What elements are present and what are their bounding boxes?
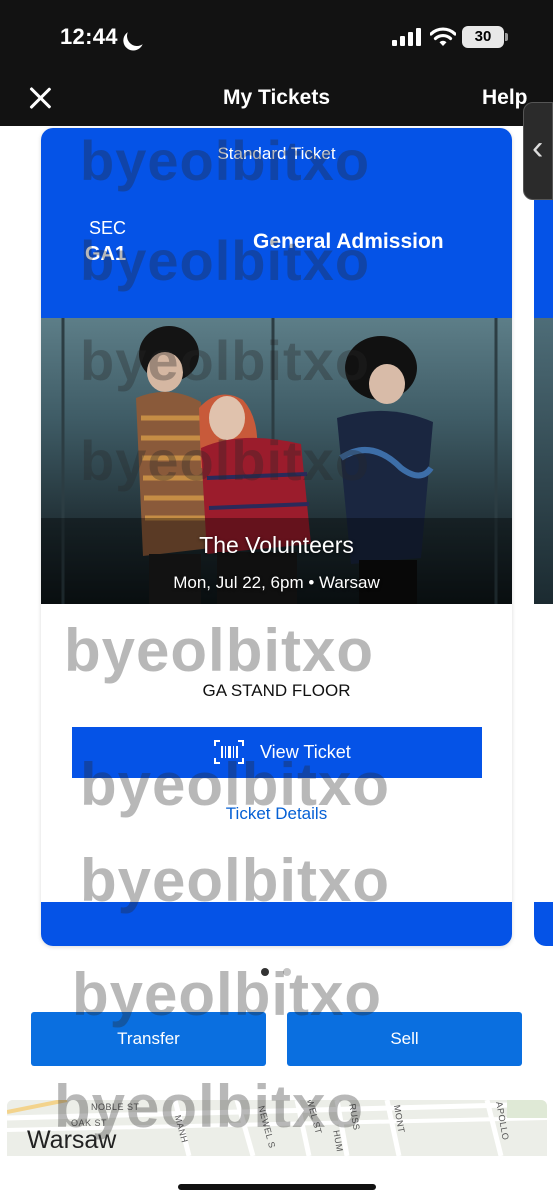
ticket-card: Standard Ticket SEC GA1 General Admissio… <box>41 128 512 946</box>
ticket-section-name: GA STAND FLOOR <box>202 681 351 700</box>
section-value: GA1 <box>85 243 127 265</box>
side-panel-handle[interactable]: ‹ <box>523 102 553 200</box>
sell-button[interactable]: Sell <box>287 1012 522 1066</box>
top-bar: 12:44 30 My Tickets Help <box>0 0 553 126</box>
admission-type: General Admission <box>253 230 444 253</box>
view-ticket-label: View Ticket <box>260 742 351 762</box>
page-indicator-dot-active[interactable] <box>261 968 269 976</box>
event-name: The Volunteers <box>199 532 354 558</box>
moon-icon <box>124 23 150 49</box>
barcode-icon <box>214 740 244 764</box>
chevron-left-icon: ‹ <box>532 129 544 167</box>
event-date-location: Mon, Jul 22, 6pm • Warsaw <box>173 573 380 592</box>
event-photo: The Volunteers Mon, Jul 22, 6pm • Warsaw <box>41 318 512 604</box>
home-indicator <box>178 1184 376 1190</box>
map-city-label: Warsaw <box>27 1126 117 1154</box>
status-time: 12:44 <box>60 24 118 49</box>
ticket-card-footer <box>41 902 512 946</box>
section-label: SEC <box>89 218 127 238</box>
ticket-card-header: Standard Ticket SEC GA1 General Admissio… <box>41 128 512 318</box>
page-title: My Tickets <box>223 86 330 109</box>
wifi-icon <box>430 27 456 46</box>
map-street-label: NOBLE ST <box>91 1102 140 1112</box>
transfer-button[interactable]: Transfer <box>31 1012 266 1066</box>
ticket-details-link[interactable]: Ticket Details <box>41 804 512 824</box>
venue-map[interactable]: NOBLE ST OAK ST JEWEL ST RUSS MONT APOLL… <box>7 1100 547 1156</box>
page-indicator-dot[interactable] <box>283 968 291 976</box>
ticket-type: Standard Ticket <box>217 144 336 163</box>
view-ticket-button[interactable]: View Ticket <box>72 727 482 778</box>
cellular-signal-icon <box>392 28 422 46</box>
battery-icon: 30 <box>462 26 508 48</box>
next-ticket-card-peek[interactable] <box>534 128 553 946</box>
